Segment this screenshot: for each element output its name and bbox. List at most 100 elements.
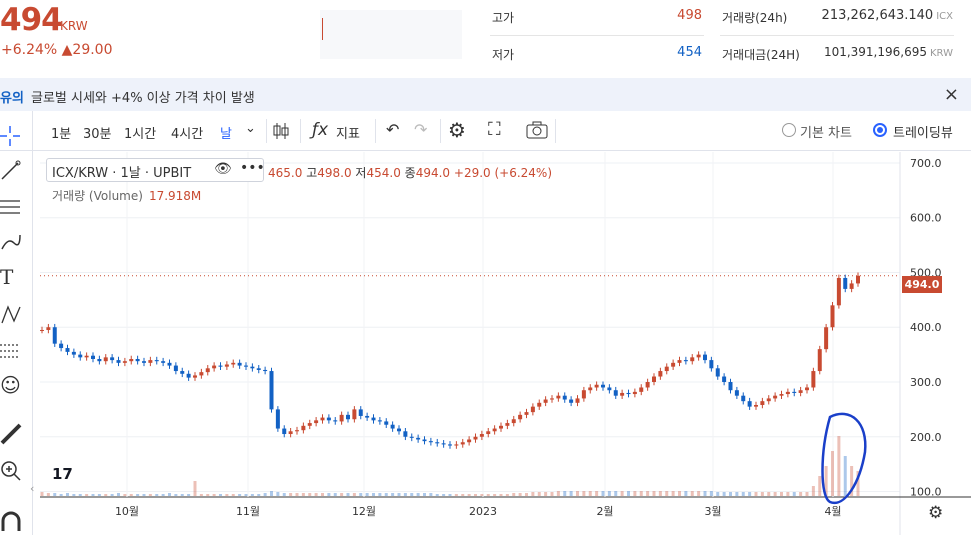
more-icon[interactable]: ••• [240, 160, 265, 176]
collapse-toolbar-icon[interactable]: ‹ [30, 482, 34, 495]
fullscreen-icon[interactable]: ⛶ [488, 119, 501, 140]
candle [320, 417, 325, 421]
indicators-icon[interactable]: ƒx [312, 120, 328, 140]
volume-bar [671, 491, 675, 496]
candle [224, 364, 229, 367]
ruler-icon[interactable] [0, 423, 22, 447]
candle [715, 368, 720, 377]
candle [84, 355, 89, 358]
volume-bar [352, 493, 356, 496]
camera-icon[interactable] [526, 121, 548, 139]
candlestick-type-icon[interactable] [272, 121, 290, 141]
volume-bar [639, 491, 643, 496]
volume-bar [359, 493, 363, 496]
volume-bar [550, 492, 554, 496]
volume-bar [136, 494, 140, 496]
interval-30m[interactable]: 30분 [83, 123, 112, 142]
candle [256, 368, 261, 370]
candle [428, 441, 433, 443]
candle [607, 387, 612, 391]
volume-bar [684, 491, 688, 496]
text-tool-icon[interactable]: T [0, 265, 22, 289]
candle [390, 424, 395, 429]
volume-bar [155, 494, 159, 496]
volume-bar [811, 486, 815, 496]
candle [110, 357, 115, 361]
candle [467, 439, 472, 443]
warning-tag: 유의 [0, 91, 24, 106]
symbol-info: ICX/KRW · 1날 · UPBIT [52, 166, 192, 181]
warning-banner: 유의 글로벌 시세와 +4% 이상 가격 차이 발생 × [0, 78, 971, 111]
volume-bar [531, 492, 535, 496]
volume-bar [729, 492, 732, 496]
basic-chart-label[interactable]: 기본 차트 [800, 122, 852, 141]
volume-bar [818, 476, 822, 496]
price-chart[interactable]: 700.0600.0500.0400.0300.0200.0100.010월 11… [40, 152, 971, 535]
close-icon[interactable]: × [944, 84, 959, 105]
candle [40, 329, 44, 331]
volume-bar [110, 494, 114, 496]
emoji-icon[interactable]: ☺ [0, 373, 22, 397]
basic-chart-radio[interactable] [782, 123, 796, 137]
zoom-icon[interactable] [0, 459, 22, 483]
candle [773, 395, 778, 399]
volume-bar [429, 493, 433, 496]
volume-bar [563, 491, 567, 496]
volume-bar [250, 494, 254, 496]
volume-bar [142, 494, 146, 496]
candle [530, 406, 535, 413]
volume-bar [416, 493, 420, 496]
volume-bar [665, 491, 669, 496]
horizontal-lines-icon[interactable] [0, 195, 22, 219]
candle [613, 390, 618, 396]
redo-icon[interactable]: ↷ [414, 120, 427, 139]
tradingview-logo: 17 [52, 465, 73, 483]
candle [91, 355, 95, 359]
low-label: 저가 [492, 48, 515, 62]
volume-24h-label: 거래량(24h) [722, 11, 788, 25]
pattern-icon[interactable] [0, 303, 22, 327]
volume-bar [257, 494, 261, 496]
candle [352, 409, 357, 420]
volume-bar [410, 493, 414, 496]
drawing-toolbar: T ☺ [0, 111, 33, 535]
trade-value-label: 거래대금(24H) [722, 48, 800, 62]
magnet-icon[interactable] [0, 509, 22, 533]
candle [205, 368, 210, 373]
interval-1m[interactable]: 1분 [51, 123, 71, 142]
ohlc-values: 465.0 고498.0 저454.0 종494.0 +29.0 (+6.24%… [268, 166, 553, 180]
interval-1d[interactable]: 날 [220, 123, 232, 142]
undo-icon[interactable]: ↶ [386, 120, 399, 139]
interval-dropdown-icon[interactable]: ⌄ [245, 121, 256, 136]
chart-settings-icon[interactable]: ⚙ [928, 503, 943, 523]
tradingview-radio[interactable] [873, 123, 887, 137]
tradingview-label[interactable]: 트레이딩뷰 [893, 122, 953, 141]
brush-icon[interactable] [0, 231, 22, 255]
candle [365, 415, 370, 418]
interval-4h[interactable]: 4시간 [171, 123, 203, 142]
volume-bar [391, 493, 395, 496]
candle [371, 417, 376, 421]
fib-icon[interactable] [0, 339, 22, 363]
candle [244, 365, 248, 367]
volume-bar [831, 451, 834, 496]
interval-1h[interactable]: 1시간 [124, 123, 156, 142]
indicators-label[interactable]: 지표 [336, 123, 360, 142]
candle [435, 442, 440, 444]
trend-line-icon[interactable] [0, 159, 22, 183]
volume-bar [263, 493, 267, 496]
candle [785, 391, 790, 395]
crosshair-icon[interactable] [0, 124, 22, 148]
candle [722, 376, 727, 382]
eye-icon[interactable]: 👁 [214, 161, 232, 177]
volume-bar [690, 491, 694, 496]
volume-bar [486, 494, 490, 496]
candle [601, 384, 605, 388]
volume-bar [123, 494, 127, 496]
settings-icon[interactable]: ⚙ [448, 118, 466, 142]
volume-bar [53, 493, 57, 496]
candle [384, 421, 389, 425]
candle [575, 398, 580, 403]
volume-bar [780, 492, 783, 496]
chart-toolbar: 1분 30분 1시간 4시간 날 ⌄ ƒx 지표 ↶ ↷ ⚙ ⛶ 기본 차트 트… [0, 111, 971, 151]
